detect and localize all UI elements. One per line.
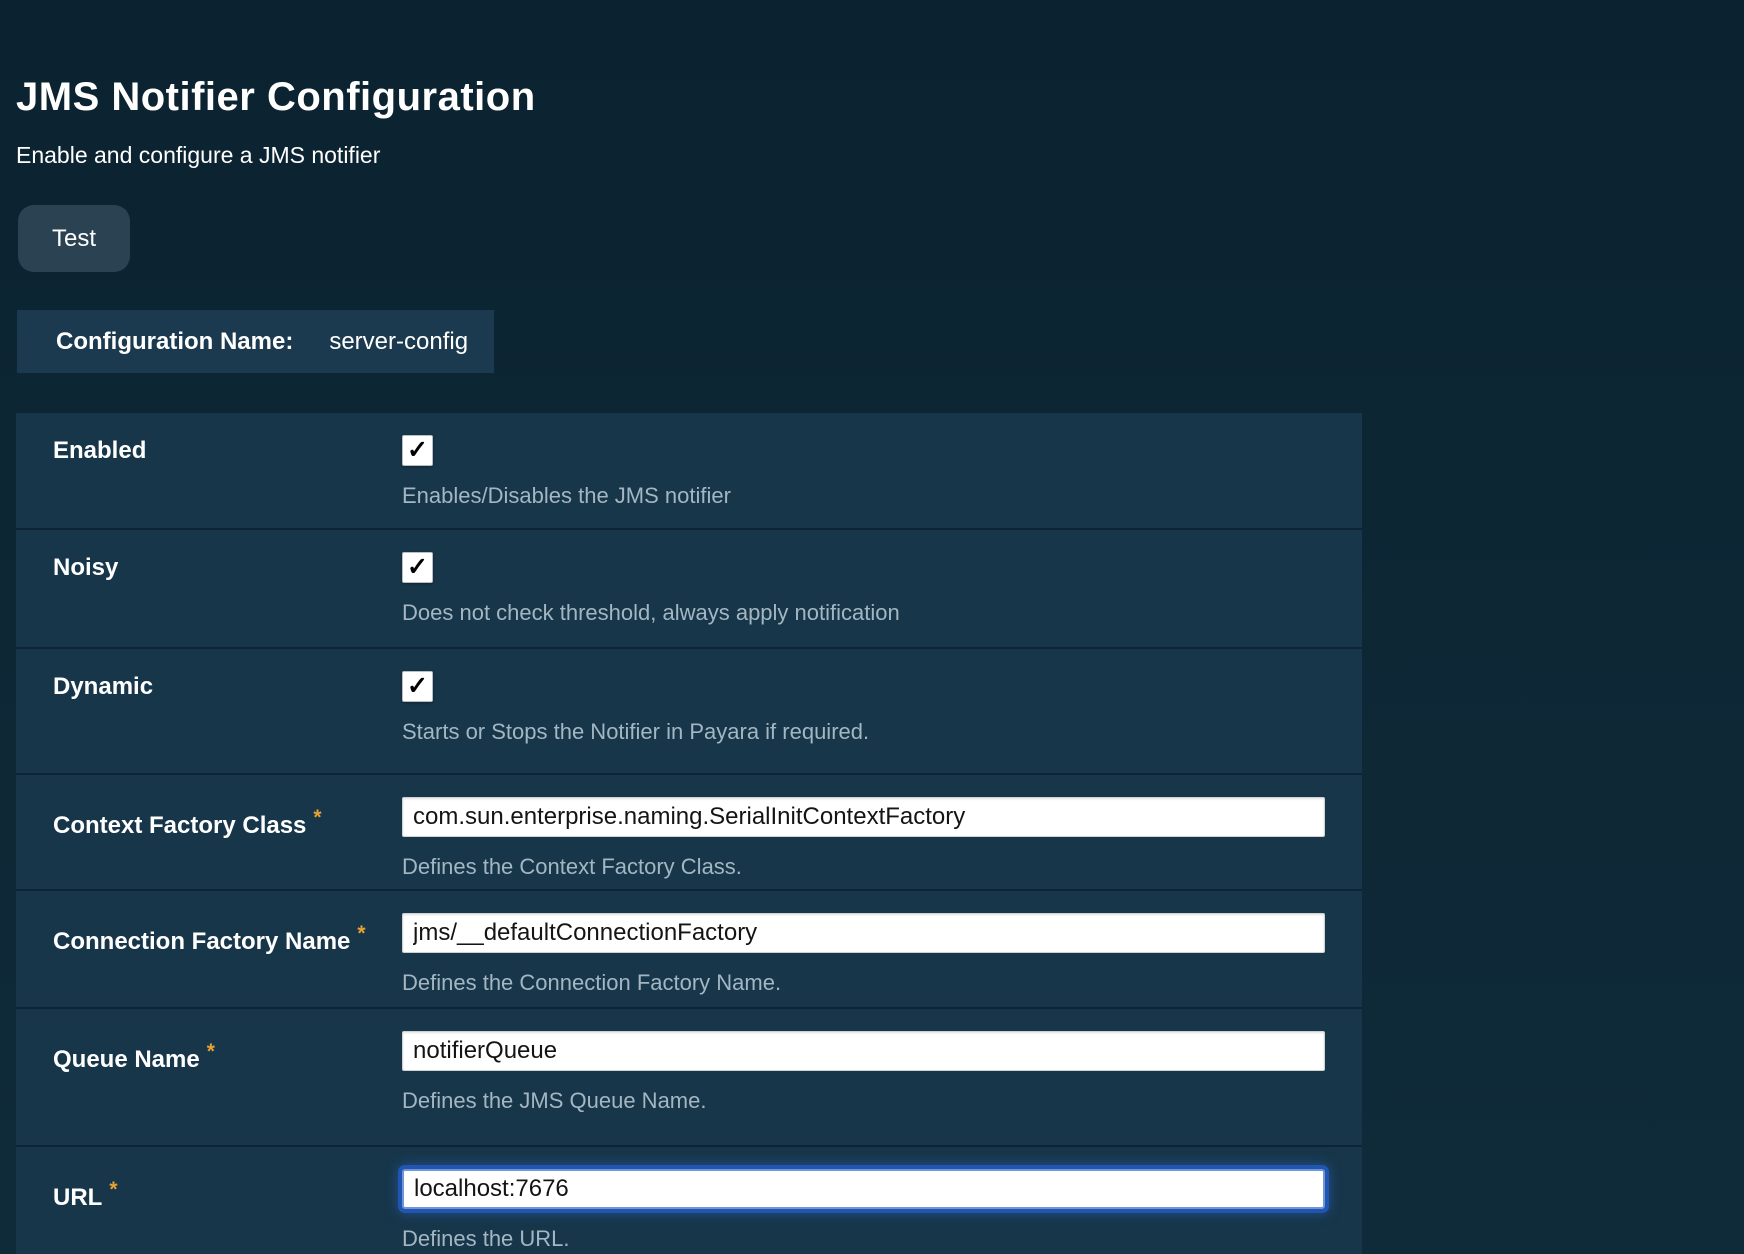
queue-name-label: Queue Name — [53, 1046, 200, 1073]
checkmark-icon: ✓ — [407, 674, 428, 699]
context-factory-class-description: Defines the Context Factory Class. — [402, 853, 1362, 880]
dynamic-checkbox[interactable]: ✓ — [402, 671, 433, 702]
page-subtitle: Enable and configure a JMS notifier — [16, 142, 380, 169]
required-asterisk: * — [207, 1040, 215, 1063]
enabled-checkbox[interactable]: ✓ — [402, 435, 433, 466]
connection-factory-name-description: Defines the Connection Factory Name. — [402, 969, 1362, 996]
table-row-queue-name: Queue Name * Defines the JMS Queue Name. — [16, 1007, 1362, 1145]
table-row-enabled: Enabled ✓ Enables/Disables the JMS notif… — [16, 413, 1362, 528]
required-asterisk: * — [313, 806, 321, 829]
url-input[interactable] — [402, 1169, 1325, 1209]
checkmark-icon: ✓ — [407, 555, 428, 580]
url-description: Defines the URL. — [402, 1225, 1362, 1252]
connection-factory-name-label: Connection Factory Name — [53, 928, 350, 955]
table-row-url: URL * Defines the URL. — [16, 1145, 1362, 1254]
config-name-label: Configuration Name: — [56, 328, 293, 356]
table-row-dynamic: Dynamic ✓ Starts or Stops the Notifier i… — [16, 647, 1362, 773]
page-title: JMS Notifier Configuration — [16, 75, 536, 120]
required-asterisk: * — [357, 922, 365, 945]
checkmark-icon: ✓ — [407, 438, 428, 463]
enabled-description: Enables/Disables the JMS notifier — [402, 482, 1362, 509]
queue-name-input[interactable] — [402, 1031, 1325, 1071]
enabled-label: Enabled — [53, 435, 402, 528]
table-row-noisy: Noisy ✓ Does not check threshold, always… — [16, 528, 1362, 647]
queue-name-description: Defines the JMS Queue Name. — [402, 1087, 1362, 1114]
context-factory-class-input[interactable] — [402, 797, 1325, 837]
config-name-bar: Configuration Name: server-config — [17, 310, 494, 373]
table-row-connection-factory-name: Connection Factory Name * Defines the Con… — [16, 889, 1362, 1007]
test-button[interactable]: Test — [18, 205, 130, 272]
jms-notifier-configuration-page: JMS Notifier Configuration Enable and co… — [0, 0, 1744, 1254]
dynamic-description: Starts or Stops the Notifier in Payara i… — [402, 718, 1362, 745]
noisy-description: Does not check threshold, always apply n… — [402, 599, 1362, 626]
noisy-label: Noisy — [53, 552, 402, 647]
noisy-checkbox[interactable]: ✓ — [402, 552, 433, 583]
settings-table: Enabled ✓ Enables/Disables the JMS notif… — [16, 413, 1362, 1254]
config-name-value: server-config — [329, 328, 468, 356]
url-label: URL — [53, 1184, 102, 1211]
required-asterisk: * — [109, 1178, 117, 1201]
dynamic-label: Dynamic — [53, 671, 402, 773]
connection-factory-name-input[interactable] — [402, 913, 1325, 953]
table-row-context-factory-class: Context Factory Class * Defines the Conte… — [16, 773, 1362, 889]
context-factory-class-label: Context Factory Class — [53, 812, 306, 839]
